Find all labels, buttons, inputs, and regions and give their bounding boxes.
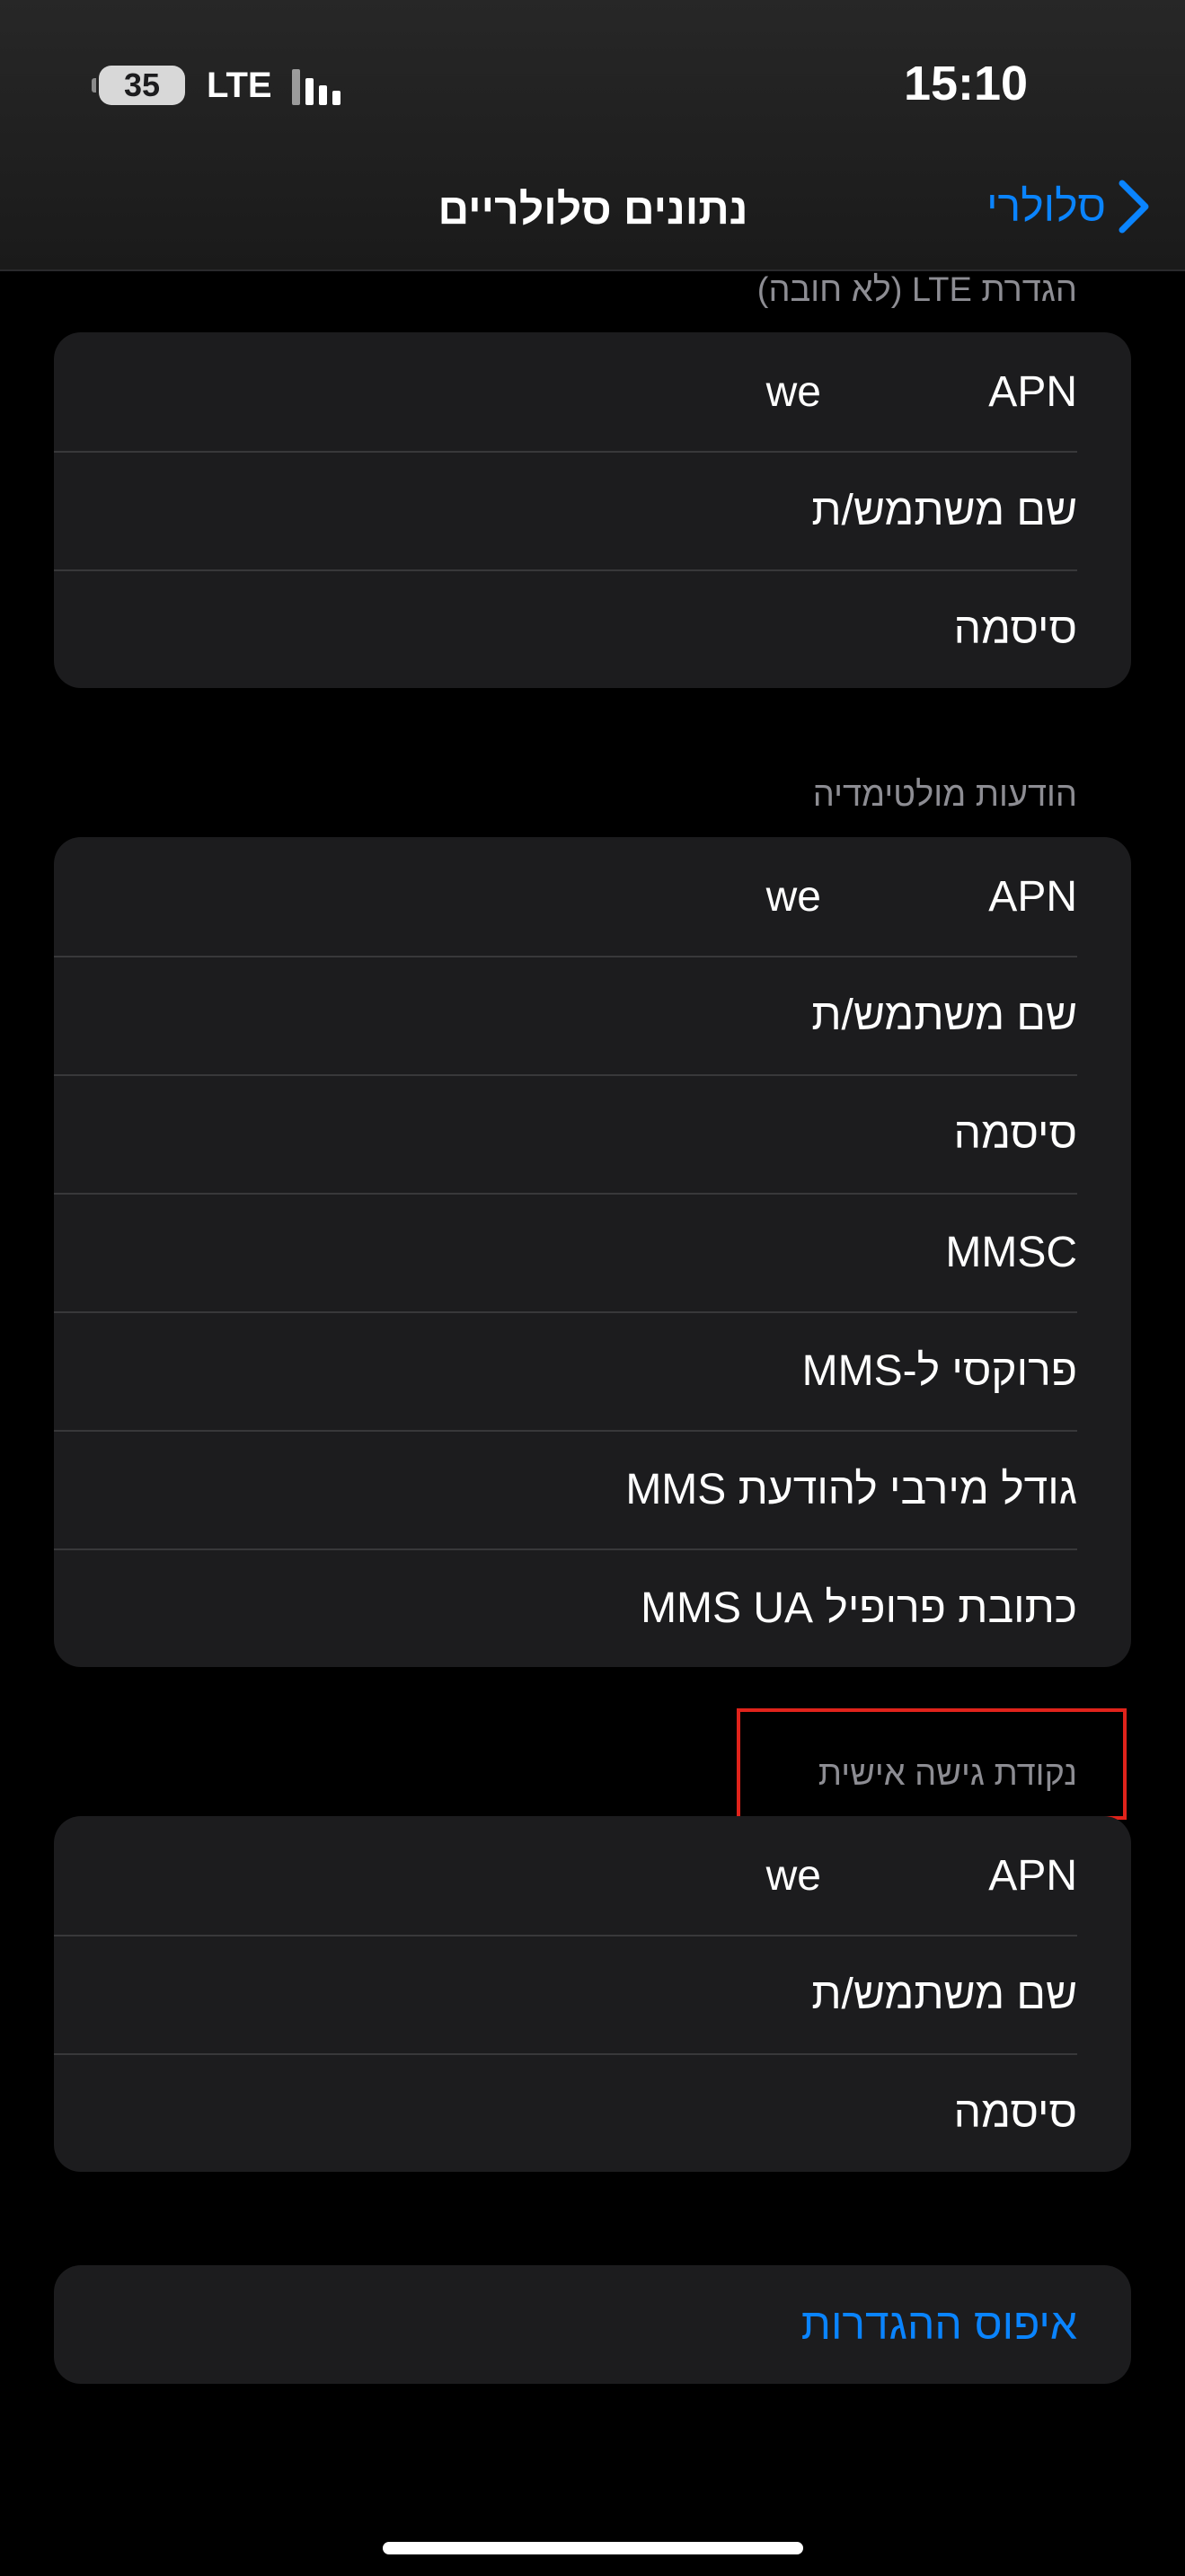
lte-apn-row[interactable]: APN we <box>54 332 1131 451</box>
reset-settings-label: איפוס ההגדרות <box>800 2300 1077 2349</box>
mms-apn-value[interactable]: we <box>766 872 821 922</box>
battery-icon: 35 <box>92 66 185 105</box>
network-type: LTE <box>207 65 272 105</box>
top-bar: 35 LTE 15:10 סלולרי נתונים סלולריים <box>0 0 1185 271</box>
status-time: 15:10 <box>903 57 1029 110</box>
row-label: APN <box>988 872 1077 921</box>
row-label: שם משתמש/ת <box>811 486 1077 534</box>
mms-max-size-row[interactable]: גודל מירבי להודעת MMS <box>54 1430 1131 1548</box>
signal-icon <box>291 66 340 105</box>
row-label: שם משתמש/ת <box>811 991 1077 1039</box>
row-label: סיסמה <box>953 604 1077 653</box>
back-button[interactable]: סלולרי <box>986 180 1149 234</box>
mms-apn-row[interactable]: APN we <box>54 837 1131 956</box>
highlight-annotation <box>737 1708 1127 1820</box>
lte-apn-value[interactable]: we <box>766 367 821 417</box>
settings-group-lte: APN we שם משתמש/ת סיסמה <box>54 332 1131 688</box>
chevron-right-icon <box>1119 180 1149 234</box>
hotspot-apn-row[interactable]: APN we <box>54 1816 1131 1935</box>
hotspot-password-row[interactable]: סיסמה <box>54 2053 1131 2172</box>
mms-password-row[interactable]: סיסמה <box>54 1074 1131 1193</box>
reset-settings-button[interactable]: איפוס ההגדרות <box>54 2265 1131 2384</box>
lte-password-row[interactable]: סיסמה <box>54 569 1131 688</box>
settings-group-mms: APN we שם משתמש/ת סיסמה MMSC פרוקסי ל-MM… <box>54 837 1131 1667</box>
mmsc-row[interactable]: MMSC <box>54 1193 1131 1311</box>
hotspot-apn-value[interactable]: we <box>766 1851 821 1901</box>
row-label: MMSC <box>945 1228 1077 1276</box>
home-indicator[interactable] <box>383 2542 803 2554</box>
row-label: שם משתמש/ת <box>811 1970 1077 2018</box>
section-header-lte: הגדרת LTE (לא חובה) <box>756 271 1077 309</box>
section-header-mms: הודעות מולטימדיה <box>812 776 1077 814</box>
battery-level: 35 <box>123 66 161 103</box>
row-label: גודל מירבי להודעת MMS <box>625 1465 1077 1513</box>
row-label: כתובת פרופיל MMS UA <box>641 1584 1077 1632</box>
mms-ua-profile-row[interactable]: כתובת פרופיל MMS UA <box>54 1548 1131 1667</box>
settings-group-hotspot: APN we שם משתמש/ת סיסמה <box>54 1816 1131 2172</box>
row-label: APN <box>988 1851 1077 1900</box>
row-label: סיסמה <box>953 2088 1077 2137</box>
status-bar-left: 35 LTE <box>92 63 340 108</box>
mms-proxy-row[interactable]: פרוקסי ל-MMS <box>54 1311 1131 1430</box>
lte-username-row[interactable]: שם משתמש/ת <box>54 451 1131 569</box>
mms-username-row[interactable]: שם משתמש/ת <box>54 956 1131 1074</box>
page-title: נתונים סלולריים <box>438 186 748 234</box>
row-label: פרוקסי ל-MMS <box>801 1346 1077 1395</box>
settings-group-reset: איפוס ההגדרות <box>54 2265 1131 2384</box>
row-label: סיסמה <box>953 1109 1077 1158</box>
hotspot-username-row[interactable]: שם משתמש/ת <box>54 1935 1131 2053</box>
back-label: סלולרי <box>986 182 1106 231</box>
row-label: APN <box>988 367 1077 416</box>
